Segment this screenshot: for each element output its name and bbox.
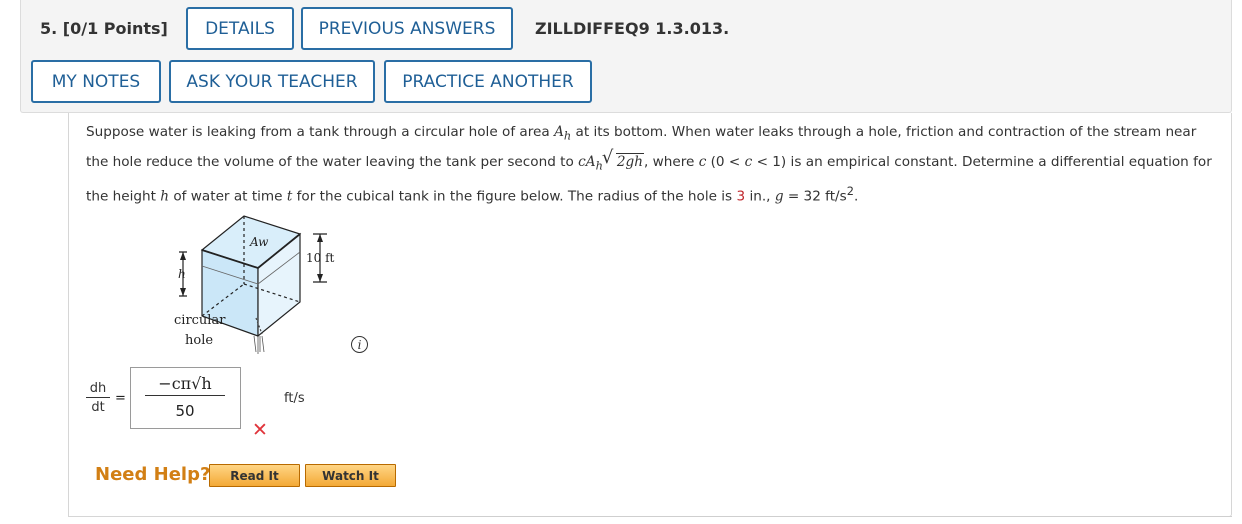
practice-another-button[interactable]: PRACTICE ANOTHER <box>384 60 592 103</box>
problem-statement: Suppose water is leaking from a tank thr… <box>86 119 1216 210</box>
tank-height-label: 10 ft <box>306 251 335 265</box>
derivative-label: dh dt <box>86 381 110 415</box>
previous-answers-button[interactable]: PREVIOUS ANSWERS <box>301 7 513 50</box>
info-icon[interactable]: i <box>351 336 368 353</box>
need-help-label: Need Help? <box>95 464 211 485</box>
problem-code: ZILLDIFFEQ9 1.3.013. <box>535 19 730 38</box>
incorrect-icon: ✕ <box>252 419 268 441</box>
divider <box>210 516 1232 517</box>
water-height-label: h <box>178 267 186 281</box>
details-button[interactable]: DETAILS <box>186 7 294 50</box>
hole-label-line1: circular <box>174 313 226 328</box>
ask-your-teacher-button[interactable]: ASK YOUR TEACHER <box>169 60 375 103</box>
derivative-denominator: dt <box>91 400 105 415</box>
area-water-label: Aw <box>249 235 269 249</box>
hole-label-line2: hole <box>185 333 213 348</box>
answer-numerator: −cπ√h <box>145 374 225 396</box>
question-header: 5. [0/1 Points] DETAILS PREVIOUS ANSWERS… <box>20 0 1232 113</box>
question-points-label: 5. [0/1 Points] <box>40 19 168 38</box>
read-it-button[interactable]: Read It <box>209 464 300 487</box>
equals-sign: = <box>115 391 126 406</box>
answer-unit: ft/s <box>284 391 305 406</box>
derivative-numerator: dh <box>86 381 110 398</box>
watch-it-button[interactable]: Watch It <box>305 464 396 487</box>
hole-radius-value: 3 <box>736 188 746 205</box>
answer-denominator: 50 <box>175 402 195 420</box>
answer-input[interactable]: −cπ√h 50 <box>130 367 241 429</box>
my-notes-button[interactable]: MY NOTES <box>31 60 161 103</box>
cubical-tank-figure: Aw 10 ft h circular hole <box>174 215 335 354</box>
